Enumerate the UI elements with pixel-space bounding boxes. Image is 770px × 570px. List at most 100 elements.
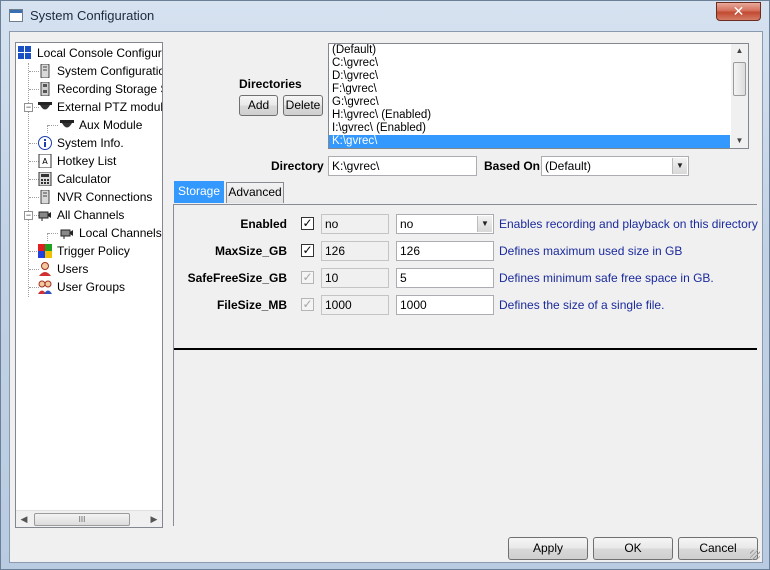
directory-label: Directory	[271, 159, 324, 173]
property-description: Defines the size of a single file.	[499, 298, 665, 312]
cancel-button[interactable]: Cancel	[678, 537, 758, 560]
ptz-camera-icon	[38, 102, 52, 110]
property-name: MaxSize_GB	[214, 244, 287, 258]
grid-icon	[18, 46, 31, 59]
based-on-value: (Default)	[545, 159, 592, 173]
delete-directory-button[interactable]: Delete	[283, 95, 323, 116]
directory-list-item[interactable]: (Default)	[329, 44, 730, 57]
close-button[interactable]: ✕	[716, 2, 761, 21]
property-description: Defines maximum used size in GB	[499, 244, 683, 258]
value-input[interactable]: 1000	[396, 295, 494, 315]
directory-list-item[interactable]: H:\gvrec\ (Enabled)	[329, 109, 730, 122]
scroll-thumb[interactable]	[733, 62, 746, 96]
directories-list: (Default) C:\gvrec\ D:\gvrec\ F:\gvrec\ G:\g…	[329, 44, 748, 148]
scroll-right-icon[interactable]: ▶	[146, 511, 162, 527]
directory-list-item[interactable]: K:\gvrec\	[329, 135, 730, 148]
directory-list-item[interactable]: D:\gvrec\	[329, 70, 730, 83]
scroll-thumb[interactable]: III	[34, 513, 130, 526]
storage-panel: Enabled ✓ no no ▼ Enables recording and playb…	[173, 204, 758, 526]
base-value-field: 10	[321, 268, 389, 288]
tree-item-label: Users	[57, 262, 89, 276]
system-configuration-window: System Configuration ✕ − − Local Console…	[0, 0, 770, 570]
apply-button[interactable]: Apply	[508, 537, 588, 560]
tree-item-label: Trigger Policy	[57, 244, 130, 258]
tree-item-label: Hotkey List	[57, 154, 117, 168]
tree-item-label: All Channels	[57, 208, 125, 222]
ptz-camera-icon	[60, 120, 74, 128]
property-row: FileSize_MB ✓ 1000 1000 Defines the size of …	[174, 294, 757, 320]
chevron-down-icon[interactable]: ▼	[477, 216, 492, 232]
base-value-field: 126	[321, 241, 389, 261]
calculator-icon	[38, 172, 52, 186]
tree-item-label: Aux Module	[79, 118, 143, 132]
property-row: Enabled ✓ no no ▼ Enables recording and playb…	[174, 213, 758, 239]
tab-storage[interactable]: Storage	[174, 181, 224, 203]
camera-icon	[60, 229, 73, 239]
tree-item-label: Local Console Configurati	[37, 46, 163, 60]
value-text: 1000	[400, 298, 427, 312]
based-on-dropdown[interactable]: (Default) ▼	[541, 156, 689, 176]
resize-grip-icon[interactable]	[750, 550, 760, 560]
override-checkbox[interactable]: ✓	[301, 244, 314, 257]
based-on-label: Based On	[484, 159, 541, 173]
value-dropdown[interactable]: no ▼	[396, 214, 494, 234]
tree-item-label: System Configuration	[57, 64, 163, 78]
property-name: SafeFreeSize_GB	[187, 271, 287, 285]
tree-item-label: User Groups	[57, 280, 126, 294]
collapse-channels-toggle[interactable]: −	[24, 211, 33, 220]
collapse-ptz-toggle[interactable]: −	[24, 103, 33, 112]
property-description: Enables recording and playback on this d…	[499, 217, 758, 231]
directory-list-item[interactable]: F:\gvrec\	[329, 83, 730, 96]
tree-item-label: Local Channels	[79, 226, 162, 240]
user-icon	[39, 262, 51, 276]
directory-list-item[interactable]: C:\gvrec\	[329, 57, 730, 70]
storage-icon	[40, 82, 50, 96]
tree-item-label: System Info.	[57, 136, 124, 150]
directories-label: Directories	[239, 77, 302, 91]
add-directory-button[interactable]: Add	[239, 95, 278, 116]
scroll-up-icon[interactable]: ▲	[731, 44, 748, 58]
override-checkbox: ✓	[301, 270, 314, 284]
tree-horizontal-scrollbar[interactable]: ◀ III ▶	[16, 510, 162, 527]
camera-icon	[38, 211, 51, 221]
dialog-client-area: − − Local Console Configurati System Con…	[9, 31, 763, 563]
override-checkbox[interactable]: ✓	[301, 217, 314, 230]
window-icon	[9, 9, 23, 22]
value-text: 5	[400, 271, 407, 285]
tree-item-label: Calculator	[57, 172, 112, 186]
server-icon	[40, 64, 50, 78]
directories-vertical-scrollbar[interactable]: ▲ ▼	[731, 44, 748, 148]
base-value-field: no	[321, 214, 389, 234]
navigation-tree[interactable]: − − Local Console Configurati System Con…	[15, 42, 163, 528]
tree-item-label: NVR Connections	[57, 190, 153, 204]
title-bar[interactable]: System Configuration ✕	[1, 1, 769, 31]
policy-icon	[38, 244, 52, 258]
directory-list-item[interactable]: G:\gvrec\	[329, 96, 730, 109]
server-icon	[40, 190, 50, 204]
tab-advanced[interactable]: Advanced	[226, 182, 284, 203]
property-row: MaxSize_GB ✓ 126 126 Defines maximum used si…	[174, 240, 757, 266]
scroll-left-icon[interactable]: ◀	[16, 511, 32, 527]
hotkey-icon: A	[38, 154, 52, 168]
window-title: System Configuration	[30, 8, 155, 23]
scroll-down-icon[interactable]: ▼	[731, 134, 748, 148]
info-icon	[38, 136, 52, 150]
property-name: Enabled	[240, 217, 287, 231]
base-value-field: 1000	[321, 295, 389, 315]
directory-list-item[interactable]: I:\gvrec\ (Enabled)	[329, 122, 730, 135]
value-input[interactable]: 5	[396, 268, 494, 288]
override-checkbox: ✓	[301, 297, 314, 311]
divider	[174, 348, 757, 350]
ok-button[interactable]: OK	[593, 537, 673, 560]
property-description: Defines minimum safe free space in GB.	[499, 271, 714, 285]
value-text: 126	[400, 244, 421, 258]
property-row: SafeFreeSize_GB ✓ 10 5 Defines minimum safe …	[174, 267, 757, 293]
value-input[interactable]: 126	[396, 241, 494, 261]
chevron-down-icon[interactable]: ▼	[672, 158, 687, 174]
directories-listbox[interactable]: (Default) C:\gvrec\ D:\gvrec\ F:\gvrec\ G:\g…	[328, 43, 749, 149]
svg-text:A: A	[42, 157, 48, 166]
tree-item-label: Recording Storage Se	[57, 82, 162, 96]
directory-input[interactable]: K:\gvrec\	[328, 156, 477, 176]
property-name: FileSize_MB	[216, 298, 287, 312]
value-text: no	[400, 217, 414, 231]
